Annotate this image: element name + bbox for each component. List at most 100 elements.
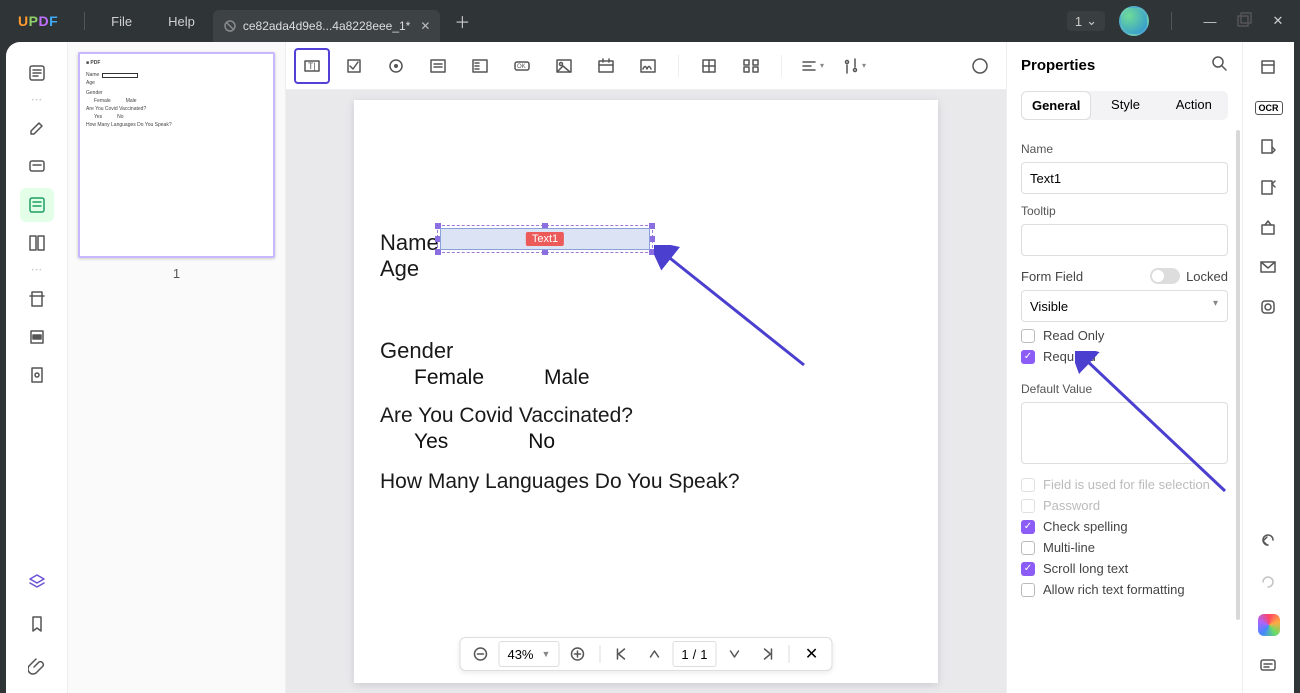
checkbox-tool[interactable] (336, 48, 372, 84)
align-tool[interactable]: ▾ (794, 48, 830, 84)
close-footer-button[interactable]: ✕ (798, 640, 826, 668)
zoom-in-button[interactable] (563, 640, 591, 668)
locked-label: Locked (1186, 269, 1228, 284)
dropdown-tool[interactable] (462, 48, 498, 84)
listbox-tool[interactable] (420, 48, 456, 84)
edit-text-tool[interactable] (20, 112, 54, 146)
text-form-field[interactable]: Text1 (440, 228, 650, 250)
properties-panel: Properties General Style Action Name Too… (1006, 42, 1242, 693)
page-indicator[interactable]: 1/1 (672, 641, 716, 667)
radio-tool[interactable] (378, 48, 414, 84)
convert-icon[interactable] (1253, 132, 1285, 164)
tab-action[interactable]: Action (1160, 91, 1228, 120)
menu-file[interactable]: File (93, 14, 150, 29)
richtext-checkbox[interactable] (1021, 583, 1035, 597)
button-tool[interactable]: OK (504, 48, 540, 84)
first-page-button[interactable] (608, 640, 636, 668)
right-tool-rail: OCR (1242, 42, 1294, 693)
tab-title: ce82ada4d9e8...4a8228eee_1* (243, 19, 411, 33)
date-field-tool[interactable] (588, 48, 624, 84)
prop-default-label: Default Value (1021, 382, 1228, 396)
tab-close-icon[interactable]: ✕ (420, 19, 430, 33)
document-page[interactable]: Name Age T (354, 100, 938, 683)
textfield-tool[interactable]: T| (294, 48, 330, 84)
organize-tool[interactable] (20, 226, 54, 260)
page-thumbnail[interactable]: ■ PDF Name Age Gender FemaleMale Are You… (78, 52, 275, 258)
locked-toggle[interactable] (1150, 268, 1180, 284)
chat-icon[interactable] (1253, 651, 1285, 683)
properties-search-icon[interactable] (1210, 54, 1228, 77)
share-icon[interactable] (1253, 212, 1285, 244)
next-page-button[interactable] (721, 640, 749, 668)
fileselection-checkbox (1021, 478, 1035, 492)
prop-name-label: Name (1021, 142, 1228, 156)
prop-tooltip-input[interactable] (1021, 224, 1228, 256)
batch-icon[interactable] (1253, 52, 1285, 84)
user-avatar[interactable] (1119, 6, 1149, 36)
checkspelling-label: Check spelling (1043, 519, 1128, 534)
checkspelling-checkbox[interactable] (1021, 520, 1035, 534)
label-gender: Gender (380, 338, 453, 363)
window-count-dropdown[interactable]: 1⌄ (1067, 11, 1105, 31)
crop-tool[interactable] (20, 282, 54, 316)
svg-text:T|: T| (308, 61, 316, 71)
redo-icon[interactable] (1253, 567, 1285, 599)
window-close-icon[interactable]: ✕ (1270, 13, 1286, 29)
password-label: Password (1043, 498, 1100, 513)
comment-tool[interactable] (20, 150, 54, 184)
left-tool-rail: • • • • • • (6, 42, 68, 693)
zoom-out-button[interactable] (466, 640, 494, 668)
visibility-select[interactable]: Visible (1021, 290, 1228, 322)
bookmark-icon[interactable] (20, 607, 54, 641)
svg-text:OK: OK (517, 64, 526, 70)
new-tab-button[interactable]: ＋ (440, 9, 484, 33)
option-female: Female (414, 366, 484, 390)
distribute-tool[interactable] (733, 48, 769, 84)
form-toolbar: T| OK ▾ ▾ (286, 42, 1006, 90)
readonly-checkbox[interactable] (1021, 329, 1035, 343)
layers-icon[interactable] (20, 565, 54, 599)
properties-title: Properties (1021, 57, 1095, 74)
form-tool[interactable] (20, 188, 54, 222)
required-checkbox[interactable] (1021, 350, 1035, 364)
properties-tabs: General Style Action (1021, 91, 1228, 120)
title-bar: UPDF File Help ce82ada4d9e8...4a8228eee_… (0, 0, 1300, 42)
redact-tool[interactable] (20, 320, 54, 354)
menu-help[interactable]: Help (150, 14, 213, 29)
canvas-area: T| OK ▾ ▾ Name Age (286, 42, 1006, 693)
prop-default-input[interactable] (1021, 402, 1228, 464)
document-tab[interactable]: ce82ada4d9e8...4a8228eee_1* ✕ (213, 10, 441, 42)
tools-settings[interactable]: ▾ (836, 48, 872, 84)
prop-tooltip-label: Tooltip (1021, 204, 1228, 218)
readonly-label: Read Only (1043, 328, 1104, 343)
scroll-label: Scroll long text (1043, 561, 1128, 576)
window-minimize-icon[interactable]: ― (1202, 13, 1218, 29)
password-checkbox (1021, 499, 1035, 513)
prev-page-button[interactable] (640, 640, 668, 668)
compress-icon[interactable] (1253, 292, 1285, 324)
ai-assistant-icon[interactable] (1253, 609, 1285, 641)
form-grid-tool[interactable] (691, 48, 727, 84)
email-icon[interactable] (1253, 252, 1285, 284)
multiline-checkbox[interactable] (1021, 541, 1035, 555)
undo-icon[interactable] (1253, 525, 1285, 557)
signature-tool[interactable] (630, 48, 666, 84)
protect-tool[interactable] (20, 358, 54, 392)
preview-toggle[interactable] (962, 48, 998, 84)
image-field-tool[interactable] (546, 48, 582, 84)
prop-formfield-label: Form Field (1021, 269, 1083, 284)
scroll-checkbox[interactable] (1021, 562, 1035, 576)
prop-name-input[interactable] (1021, 162, 1228, 194)
properties-scrollbar[interactable] (1236, 130, 1240, 620)
field-tag: Text1 (526, 232, 564, 246)
window-maximize-icon[interactable] (1236, 13, 1252, 29)
zoom-select[interactable]: 43%▼ (498, 641, 559, 667)
tab-style[interactable]: Style (1091, 91, 1159, 120)
label-vaccinated: Are You Covid Vaccinated? (380, 404, 633, 427)
ocr-button[interactable]: OCR (1253, 92, 1285, 124)
last-page-button[interactable] (753, 640, 781, 668)
export-icon[interactable] (1253, 172, 1285, 204)
reader-tool[interactable] (20, 56, 54, 90)
attachment-icon[interactable] (20, 649, 54, 683)
tab-general[interactable]: General (1021, 91, 1091, 120)
